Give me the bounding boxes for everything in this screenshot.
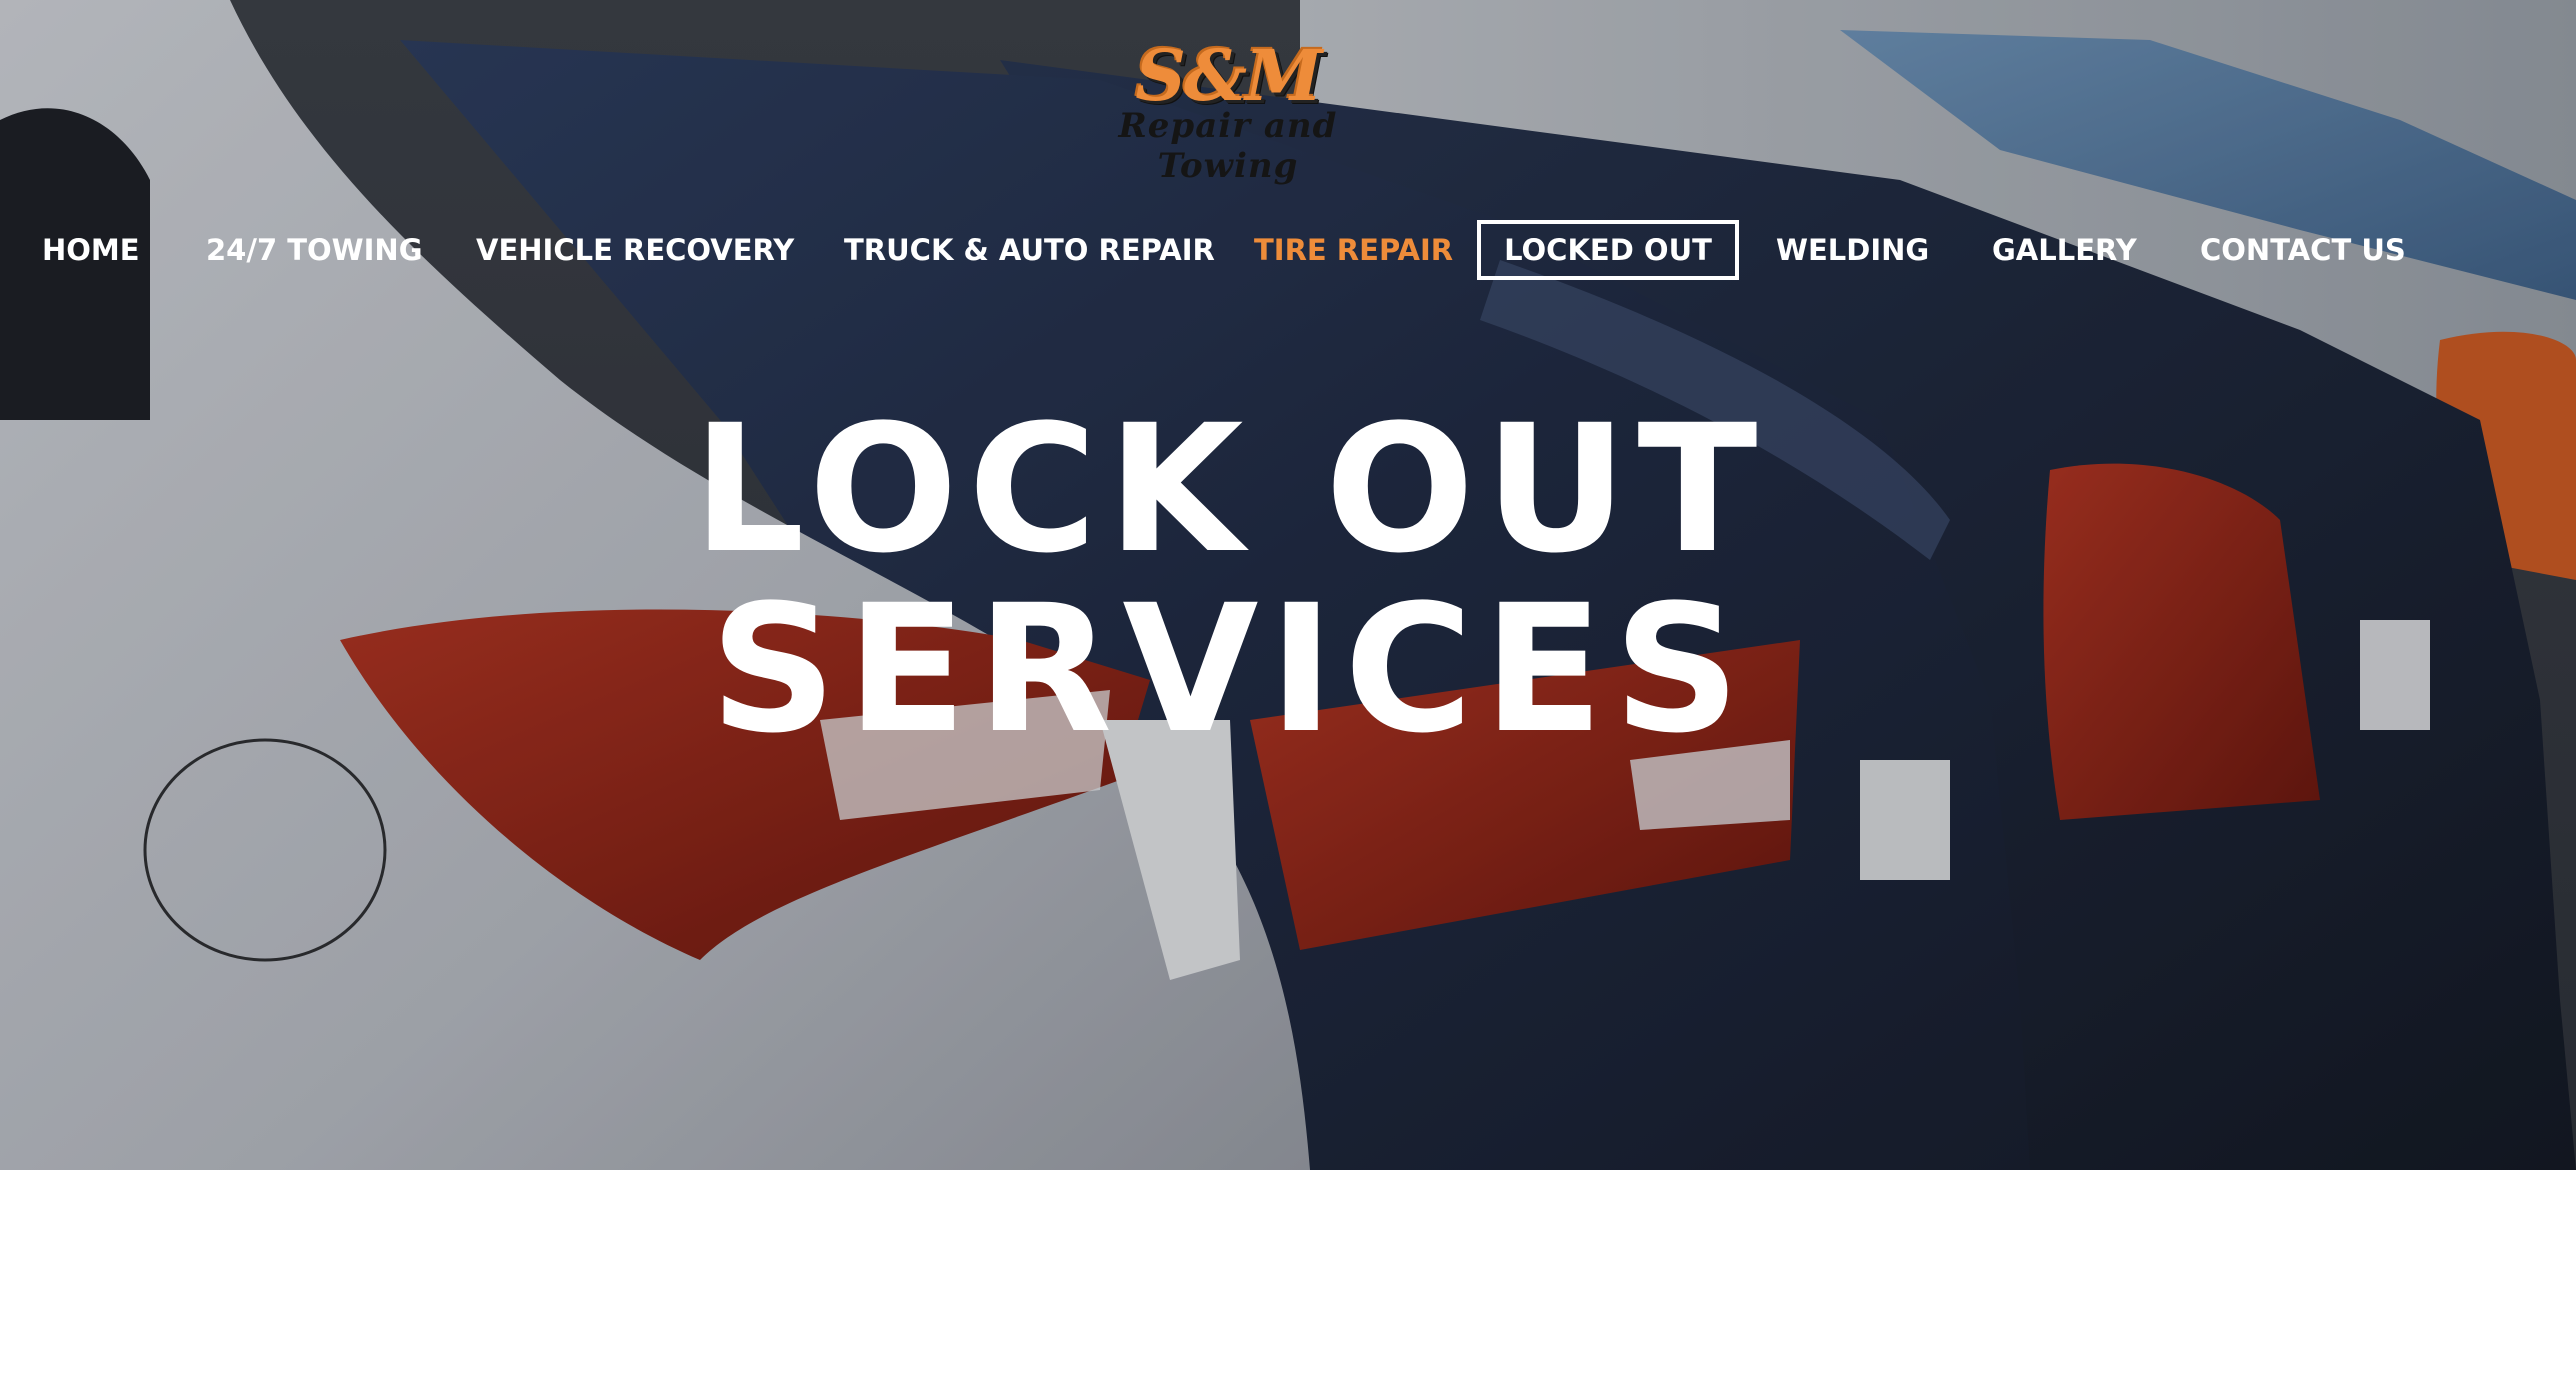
nav-item-locked-out[interactable]: LOCKED OUT bbox=[1477, 220, 1739, 280]
nav-item-tire-repair[interactable]: TIRE REPAIR bbox=[1254, 220, 1453, 280]
nav-item-home[interactable]: HOME bbox=[42, 220, 140, 280]
nav-item-contact-us[interactable]: CONTACT US bbox=[2200, 220, 2406, 280]
page-content bbox=[0, 1170, 2576, 1386]
nav-item-gallery[interactable]: GALLERY bbox=[1992, 220, 2137, 280]
nav-item-vehicle-recovery[interactable]: VEHICLE RECOVERY bbox=[476, 220, 794, 280]
logo-subtitle: Repair and Towing bbox=[1118, 106, 1338, 186]
nav-item-welding[interactable]: WELDING bbox=[1776, 220, 1929, 280]
logo-mark: S&M bbox=[1135, 34, 1322, 117]
hero-title: LOCK OUT SERVICES bbox=[560, 400, 1900, 760]
nav-item-truck-auto-repair[interactable]: TRUCK & AUTO REPAIR bbox=[844, 220, 1215, 280]
hero-title-line-2: SERVICES bbox=[709, 567, 1751, 772]
hero-title-line-1: LOCK OUT bbox=[692, 387, 1768, 592]
site-logo[interactable]: S&M Repair and Towing bbox=[1058, 34, 1398, 187]
nav-item-247-towing[interactable]: 24/7 TOWING bbox=[206, 220, 423, 280]
hero-banner: S&M Repair and Towing HOME 24/7 TOWING V… bbox=[0, 0, 2576, 1170]
main-navigation: HOME 24/7 TOWING VEHICLE RECOVERY TRUCK … bbox=[0, 220, 2576, 280]
